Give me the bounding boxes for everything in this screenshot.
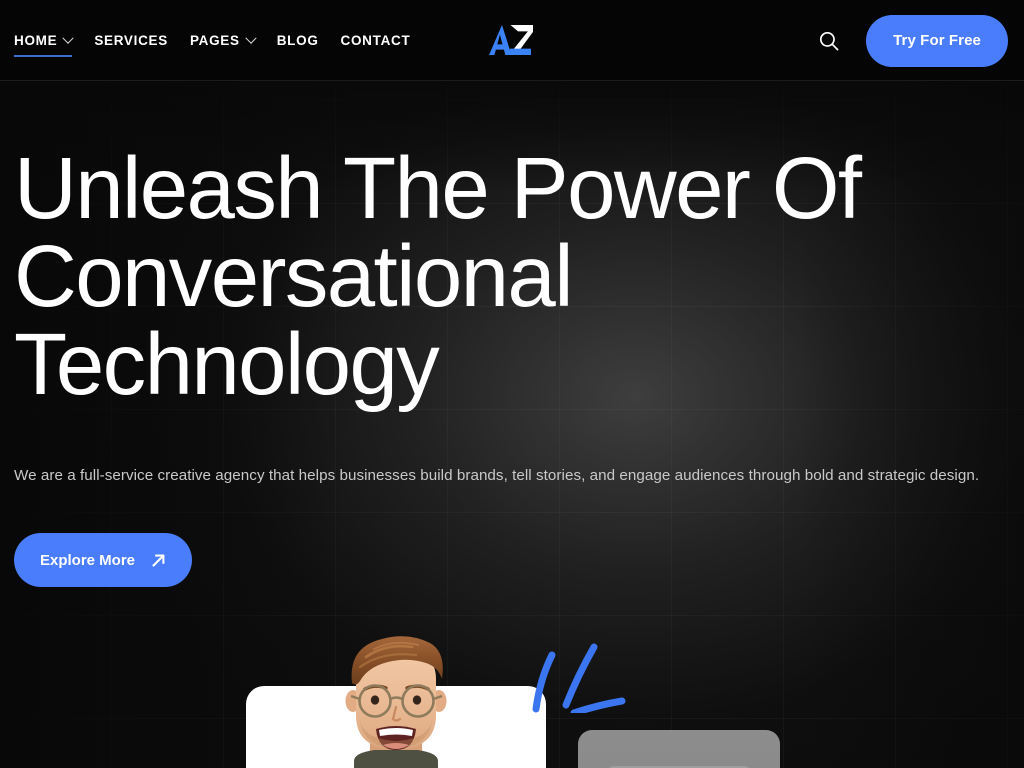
arrow-up-right-icon <box>151 553 166 568</box>
nav-item-label: PAGES <box>189 32 240 48</box>
nav-item-home[interactable]: HOME <box>14 0 74 81</box>
hero-content: Unleash The Power Of Conversational Tech… <box>14 145 994 587</box>
chevron-down-icon <box>245 32 257 44</box>
sparkle-strokes-icon <box>532 643 626 713</box>
search-button[interactable] <box>816 28 842 54</box>
page-root: HOME SERVICES PAGES BLOG CONTACT Try For… <box>0 0 1024 768</box>
chevron-down-icon <box>62 32 74 44</box>
site-header: HOME SERVICES PAGES BLOG CONTACT Try For… <box>0 0 1024 81</box>
hero-title: Unleash The Power Of Conversational Tech… <box>14 140 862 413</box>
nav-item-services[interactable]: SERVICES <box>94 0 168 81</box>
header-actions: Try For Free <box>816 0 1008 81</box>
nav-item-blog[interactable]: BLOG <box>277 0 319 81</box>
person-photo <box>345 636 447 768</box>
explore-more-button[interactable]: Explore More <box>14 533 193 587</box>
nav-item-pages[interactable]: PAGES <box>189 0 257 81</box>
site-logo[interactable] <box>489 22 537 58</box>
hero-subtitle: We are a full-service creative agency th… <box>14 467 980 484</box>
gray-rounded-card <box>578 730 780 768</box>
explore-more-label: Explore More <box>40 551 136 569</box>
nav-item-label: BLOG <box>276 32 319 48</box>
search-icon <box>820 31 839 50</box>
nav-item-label: HOME <box>14 32 58 48</box>
main-navigation: HOME SERVICES PAGES BLOG CONTACT <box>14 0 410 81</box>
nav-item-contact[interactable]: CONTACT <box>341 0 411 81</box>
hero-section: Unleash The Power Of Conversational Tech… <box>0 81 1024 768</box>
nav-item-label: SERVICES <box>94 32 168 48</box>
nav-item-label: CONTACT <box>340 32 411 48</box>
try-for-free-button[interactable]: Try For Free <box>866 14 1008 67</box>
logo-az-icon <box>489 25 533 55</box>
nav-active-underline <box>14 55 73 57</box>
